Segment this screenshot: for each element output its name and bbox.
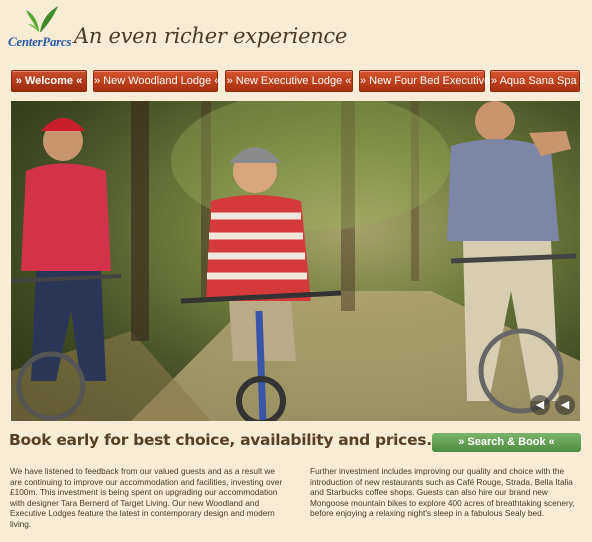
- hero-image-cyclists: ◀ ◀: [11, 101, 580, 421]
- tab-new-executive-lodge[interactable]: » New Executive Lodge «: [225, 70, 353, 92]
- tab-aqua-sana-spa[interactable]: » Aqua Sana Spa «: [490, 70, 586, 92]
- play-left-icon: ◀: [535, 399, 545, 411]
- slide-next-button[interactable]: ◀: [555, 395, 575, 415]
- header: CenterParcs An even richer experience: [0, 0, 592, 62]
- hero-illustration: [11, 101, 580, 421]
- search-and-book-button[interactable]: » Search & Book «: [432, 433, 581, 452]
- logo-wordmark: CenterParcs: [8, 34, 72, 49]
- center-parcs-logo[interactable]: CenterParcs: [8, 4, 78, 56]
- chevron-left-icon: ◀: [560, 399, 570, 411]
- tab-new-four-bed-executive[interactable]: » New Four Bed Executive «: [359, 70, 499, 92]
- body-text-right: Further investment includes improving ou…: [310, 466, 575, 519]
- tagline: An even richer experience: [74, 24, 348, 48]
- tab-new-woodland-lodge[interactable]: » New Woodland Lodge «: [93, 70, 220, 92]
- slide-prev-button[interactable]: ◀: [530, 395, 550, 415]
- main-nav: » Welcome « » New Woodland Lodge « » New…: [11, 70, 586, 92]
- tab-welcome[interactable]: » Welcome «: [11, 70, 87, 92]
- body-text-left: We have listened to feedback from our va…: [10, 466, 283, 529]
- promo-headline: Book early for best choice, availability…: [9, 431, 432, 449]
- leaf-logo-icon: [26, 6, 58, 32]
